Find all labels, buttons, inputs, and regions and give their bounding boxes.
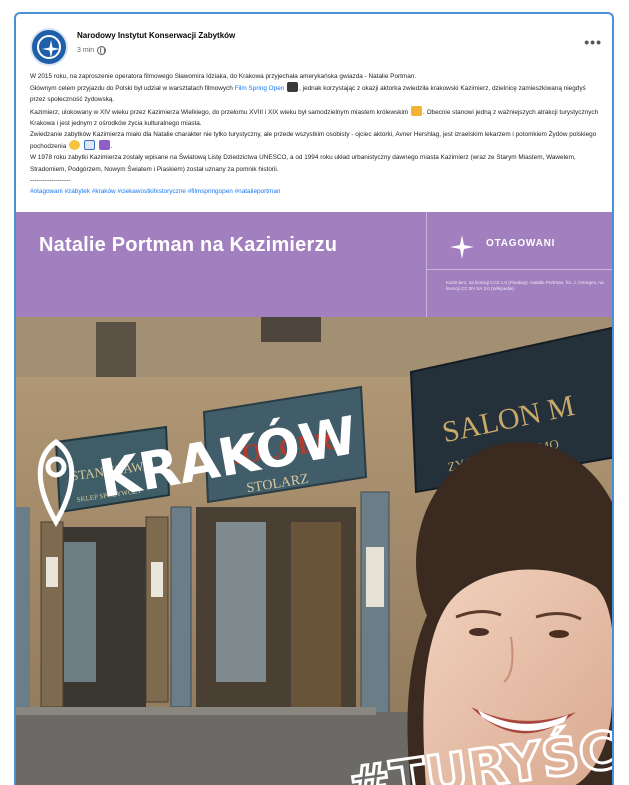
paragraph-2-start: Głównym celem przyjazdu do Polski był ud… — [30, 85, 235, 93]
banner-title: Natalie Portman na Kazimierzu — [39, 234, 338, 256]
paragraph-3: Kazimierz, ulokowany w XIV wieku przez K… — [30, 105, 602, 129]
post-time[interactable]: 3 min — [77, 47, 94, 54]
crown-emoji-icon — [411, 105, 423, 116]
page-name[interactable]: Narodowy Instytut Konserwacji Zabytków — [77, 31, 235, 40]
avatar-star-icon — [42, 40, 60, 58]
more-options-icon[interactable]: ••• — [584, 34, 602, 50]
clapper-emoji-icon — [287, 82, 299, 93]
paragraph-4-text: Zwiedzanie zabytków Kazimierza miało dla… — [30, 131, 597, 151]
paragraph-2: Głównym celem przyjazdu do Polski był ud… — [30, 82, 602, 105]
post-header: Narodowy Instytut Konserwacji Zabytków 3… — [30, 26, 602, 70]
banner-divider-horizontal — [426, 269, 612, 270]
flag-emoji-icon — [83, 140, 95, 151]
hashtags[interactable]: #otagowani #zabytek #kraków #ciekawostki… — [30, 186, 602, 197]
star-of-david-emoji-icon — [98, 140, 110, 151]
post-card: Narodowy Instytut Konserwacji Zabytków 3… — [14, 12, 614, 785]
film-spring-open-link[interactable]: Film Spring Open — [235, 85, 285, 92]
post-meta: 3 min — [77, 46, 107, 55]
globe-icon — [97, 46, 107, 55]
photo-credit: Kazimierz, na licencji CC0 1.0 (Pixabay)… — [446, 280, 604, 292]
banner-divider — [426, 212, 427, 317]
page-avatar[interactable] — [30, 28, 68, 66]
paragraph-4: Zwiedzanie zabytków Kazimierza miało dla… — [30, 131, 597, 151]
post-image[interactable]: Natalie Portman na Kazimierzu OTAGOWANI … — [16, 212, 612, 785]
image-banner: Natalie Portman na Kazimierzu OTAGOWANI … — [16, 212, 612, 317]
street-photo: STANISŁAWA SKLEP SPOŻYWCZY HOLCER STOLAR… — [16, 317, 612, 785]
otagowani-star-icon — [450, 235, 474, 259]
paragraph-3-start: Kazimierz, ulokowany w XIV wieku przez K… — [30, 108, 409, 116]
face-emoji-icon — [69, 140, 81, 151]
paragraph-5: W 1978 roku zabytki Kazimierza zostały w… — [30, 154, 576, 173]
paragraph-1: W 2015 roku, na zaproszenie operatora fi… — [30, 73, 417, 80]
post-text: W 2015 roku, na zaproszenie operatora fi… — [30, 71, 602, 197]
brand-name: OTAGOWANI — [486, 238, 556, 249]
separator: ------------------- — [30, 176, 71, 184]
